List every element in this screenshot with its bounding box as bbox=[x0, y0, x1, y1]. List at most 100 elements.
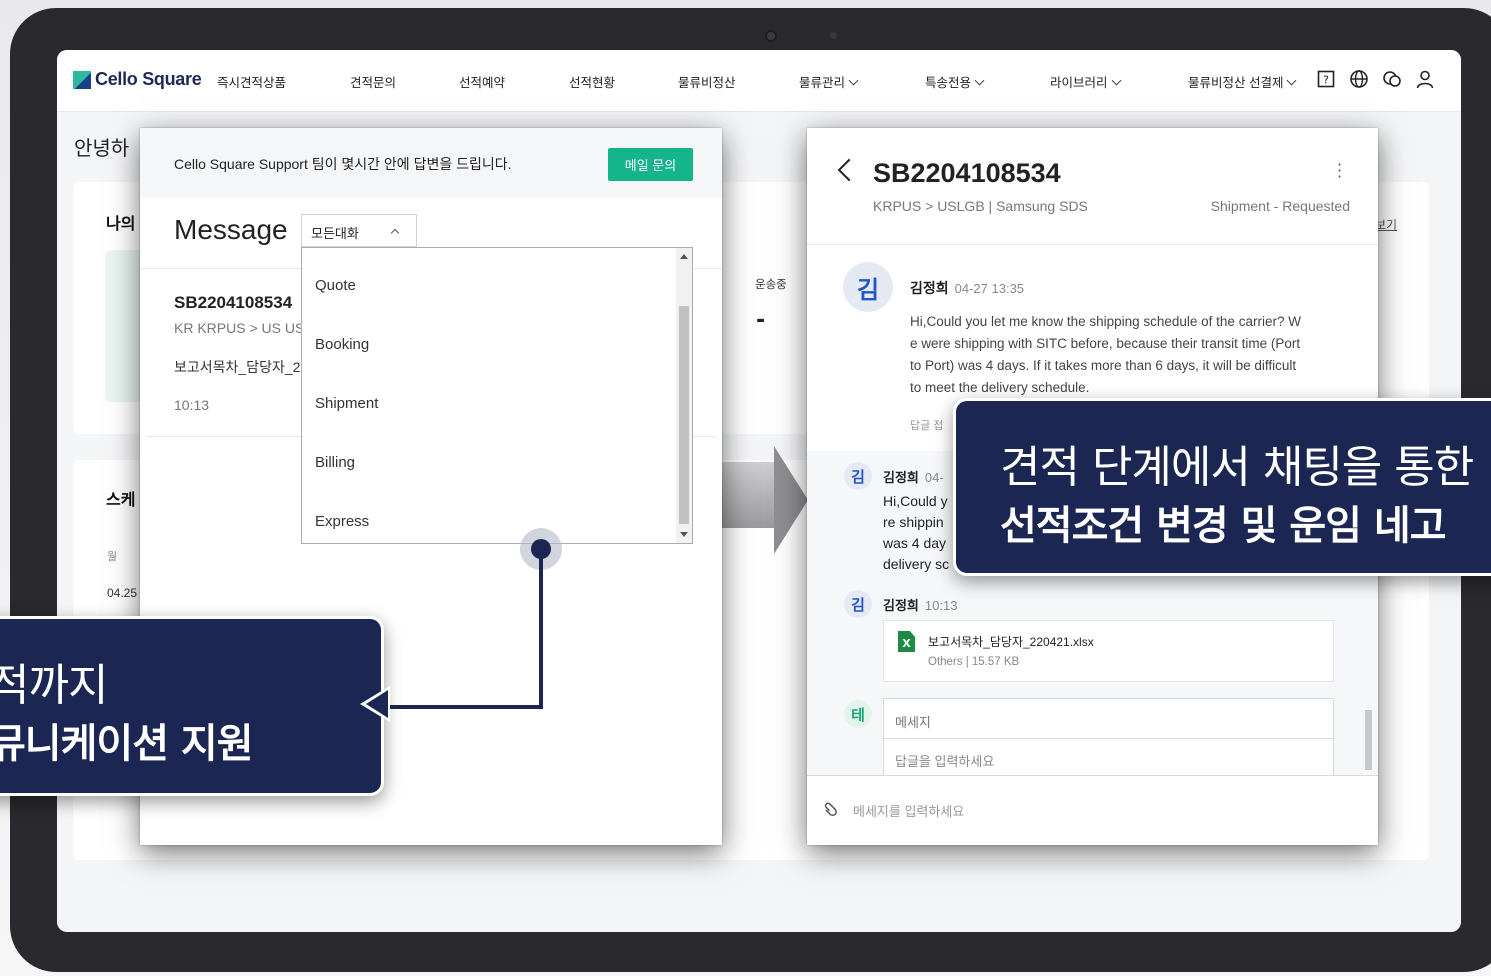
file-meta: Others | 15.57 KB bbox=[928, 656, 1020, 668]
more-options-icon[interactable]: · · · bbox=[1337, 157, 1342, 185]
svg-text:?: ? bbox=[1323, 74, 1329, 87]
status-value: - bbox=[756, 308, 766, 333]
dropdown-option-booking[interactable]: Booking bbox=[315, 336, 369, 353]
chat-route: KRPUS > USLGB | Samsung SDS bbox=[873, 198, 1088, 214]
message-line: to meet the delivery schedule. bbox=[910, 380, 1090, 395]
row-date: 04.25 bbox=[107, 586, 138, 600]
dropdown-option-billing[interactable]: Billing bbox=[315, 454, 355, 471]
divider bbox=[884, 738, 1333, 739]
reply-input[interactable]: 답글을 입력하세요 bbox=[895, 751, 994, 770]
support-bar: Cello Square Support 팀이 몇시간 안에 답변을 드립니다.… bbox=[140, 128, 722, 198]
message-line: delivery sc bbox=[883, 556, 950, 572]
callout-line-2: 뮤니케이션 지원 bbox=[0, 721, 254, 767]
back-icon[interactable] bbox=[837, 158, 861, 182]
message-time: 04-27 13:35 bbox=[954, 281, 1025, 296]
message-input[interactable]: 메세지를 입력하세요 bbox=[853, 801, 964, 820]
shipment-status: Shipment - Requested bbox=[1210, 198, 1350, 214]
logo[interactable]: Cello Square bbox=[73, 69, 202, 90]
callout-line-1: 견적 단계에서 채팅을 통한 bbox=[1000, 442, 1474, 493]
avatar: 김 bbox=[844, 590, 872, 618]
message-text: Hi,Could you let me know the shipping sc… bbox=[910, 311, 1301, 399]
callout-line-1: 적까지 bbox=[0, 660, 108, 711]
flow-arrow-shaft bbox=[722, 462, 774, 528]
column-label: 월 bbox=[107, 551, 118, 563]
file-attachment[interactable]: X 보고서목차_담당자_220421.xlsx Others | 15.57 K… bbox=[883, 620, 1334, 682]
message-title: Message bbox=[174, 214, 288, 245]
message-time: 10:13 bbox=[924, 598, 958, 613]
chevron-down-icon bbox=[848, 75, 859, 86]
last-message: 보고서목차_담당자_2 bbox=[174, 359, 301, 375]
dropdown-option-quote[interactable]: Quote bbox=[315, 277, 356, 294]
dropdown-option-express[interactable]: Express bbox=[315, 513, 369, 530]
nav-item-shipment-status[interactable]: 선적현황 bbox=[569, 72, 615, 91]
reply-label: 메세지 bbox=[895, 715, 931, 730]
avatar: 김 bbox=[844, 462, 872, 490]
nav-label: 물류관리 bbox=[799, 76, 846, 90]
scroll-down-icon[interactable] bbox=[680, 532, 688, 537]
feature-callout-right: 견적 단계에서 채팅을 통한 선적조건 변경 및 운임 네고 bbox=[953, 398, 1491, 576]
nav-item-express[interactable]: 특송전용 bbox=[925, 72, 985, 91]
globe-icon[interactable] bbox=[1348, 68, 1370, 90]
top-navigation: Cello Square 즉시견적상품 견적문의 선적예약 선적현황 물류비정산… bbox=[57, 50, 1461, 112]
camera-icon bbox=[765, 30, 777, 42]
compose-bar: 메세지를 입력하세요 bbox=[807, 775, 1378, 845]
shipment-route: KR KRPUS > US US bbox=[174, 320, 305, 336]
dropdown-scrollbar[interactable] bbox=[676, 248, 692, 543]
mail-inquiry-button[interactable]: 메일 문의 bbox=[608, 148, 693, 181]
scrollbar-thumb[interactable] bbox=[679, 306, 689, 524]
filter-value: 모든대화 bbox=[311, 226, 359, 241]
reply-box: 메세지 답글을 입력하세요 bbox=[883, 698, 1334, 778]
sensor-icon bbox=[830, 32, 837, 39]
reply-toggle-link[interactable]: 답글 접 bbox=[910, 417, 943, 433]
nav-item-logistics[interactable]: 물류관리 bbox=[799, 72, 859, 91]
greeting-text: 안녕하 bbox=[74, 138, 130, 160]
nav-item-library[interactable]: 라이브러리 bbox=[1050, 72, 1121, 91]
message-line: Hi,Could you let me know the shipping sc… bbox=[910, 314, 1301, 329]
chevron-down-icon bbox=[1287, 75, 1297, 86]
sender-name-text: 김정희 bbox=[883, 598, 919, 613]
nav-item-booking[interactable]: 선적예약 bbox=[459, 72, 505, 91]
support-notice: Cello Square Support 팀이 몇시간 안에 답변을 드립니다. bbox=[174, 156, 512, 172]
flow-arrow-icon bbox=[774, 446, 808, 554]
chat-scrollbar-thumb[interactable] bbox=[1365, 710, 1372, 770]
nav-label: 특송전용 bbox=[925, 76, 972, 90]
section-title-my: 나의 bbox=[106, 216, 136, 233]
callout-pointer-inner bbox=[366, 690, 388, 718]
nav-item-settlement[interactable]: 물류비정산 bbox=[678, 72, 736, 91]
section-title-schedule: 스케 bbox=[106, 492, 136, 509]
file-name: 보고서목차_담당자_220421.xlsx bbox=[928, 635, 1094, 649]
user-icon[interactable] bbox=[1414, 68, 1436, 90]
callout-line-2: 선적조건 변경 및 운임 네고 bbox=[1000, 503, 1447, 549]
nav-item-instant-quote[interactable]: 즉시견적상품 bbox=[217, 72, 286, 91]
sender-name: 김정희 04-27 13:35 bbox=[910, 278, 1024, 298]
excel-file-icon: X bbox=[898, 631, 915, 652]
dropdown-option-shipment[interactable]: Shipment bbox=[315, 395, 378, 412]
attachment-icon[interactable] bbox=[820, 797, 845, 822]
sender-name: 김정희 10:13 bbox=[883, 595, 957, 614]
sender-name: 김정희 04- bbox=[883, 467, 944, 486]
connector-line bbox=[539, 557, 543, 709]
logo-icon bbox=[73, 70, 91, 89]
nav-item-quote-inquiry[interactable]: 견적문의 bbox=[350, 72, 396, 91]
chat-icon[interactable] bbox=[1381, 68, 1403, 90]
message-time: 10:13 bbox=[174, 397, 210, 413]
view-more-link[interactable]: 보기 bbox=[1375, 216, 1397, 233]
filter-dropdown-menu: Quote Booking Shipment Billing Express bbox=[301, 247, 693, 544]
chevron-up-icon bbox=[390, 228, 400, 238]
nav-item-prepay[interactable]: 물류비정산 선결제 bbox=[1188, 72, 1297, 91]
chat-shipment-id: SB2204108534 bbox=[873, 158, 1061, 188]
nav-label: 물류비정산 선결제 bbox=[1188, 76, 1284, 90]
sender-name-text: 김정희 bbox=[883, 470, 919, 485]
connector-dot bbox=[531, 539, 551, 559]
message-line: re shippin bbox=[883, 514, 944, 530]
conversation-filter-select[interactable]: 모든대화 bbox=[301, 214, 417, 247]
connector-line bbox=[386, 705, 543, 709]
help-icon[interactable]: ? bbox=[1315, 68, 1337, 90]
message-line: Hi,Could y bbox=[883, 493, 948, 509]
avatar: 김 bbox=[843, 262, 893, 312]
scroll-up-icon[interactable] bbox=[680, 254, 688, 259]
chevron-down-icon bbox=[974, 75, 985, 86]
status-in-transit: 운송중 bbox=[755, 279, 787, 291]
message-line: to Port) was 4 days. If it takes more th… bbox=[910, 358, 1297, 373]
message-line: e were shipping with SITC before, becaus… bbox=[910, 336, 1301, 351]
